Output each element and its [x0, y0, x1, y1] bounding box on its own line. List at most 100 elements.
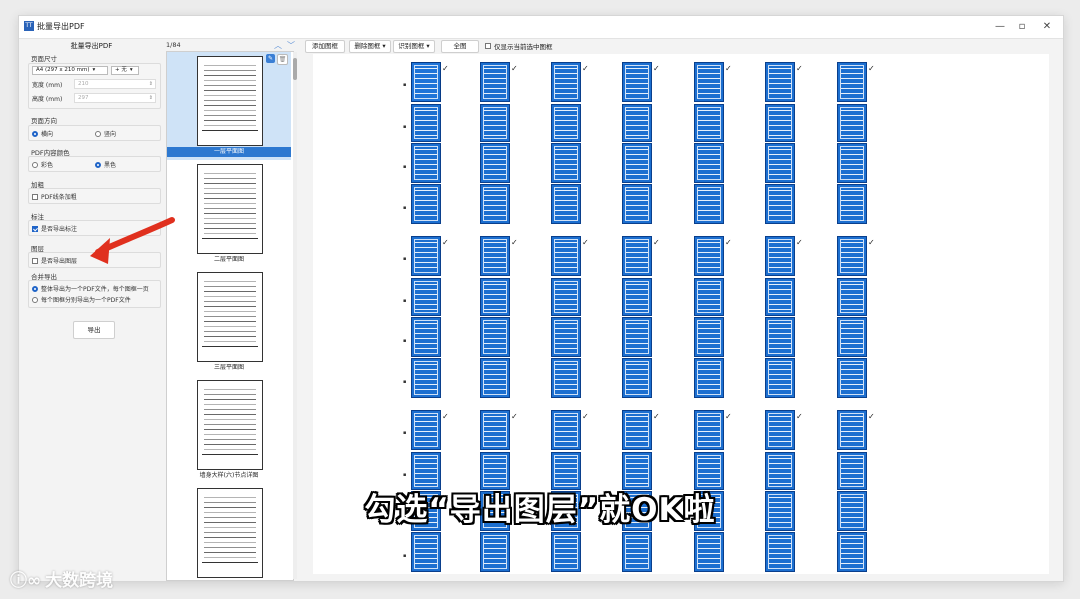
full-view-button[interactable]: 全图: [441, 40, 479, 53]
drawing-frame[interactable]: [480, 358, 510, 398]
thumbnail-item[interactable]: 二层平面图: [167, 160, 291, 269]
drawing-frame[interactable]: [837, 62, 867, 102]
spin-arrows-icon[interactable]: ⇕: [149, 94, 153, 102]
drawing-frame[interactable]: [837, 358, 867, 398]
scrollbar-thumb[interactable]: [293, 58, 297, 80]
drawing-frame[interactable]: [622, 358, 652, 398]
minimize-button[interactable]: —: [989, 19, 1011, 35]
drawing-frame[interactable]: [622, 62, 652, 102]
export-button[interactable]: 导出: [73, 321, 115, 339]
chevron-down-icon[interactable]: ﹀: [287, 40, 295, 51]
drawing-frame[interactable]: [694, 532, 724, 572]
drawing-frame[interactable]: [694, 410, 724, 450]
identify-frame-button[interactable]: 识别图框 ▾: [393, 40, 435, 53]
layer-checkbox[interactable]: 是否导出图层: [32, 256, 77, 265]
drawing-frame[interactable]: [480, 410, 510, 450]
drawing-frame[interactable]: [480, 143, 510, 183]
drawing-frame[interactable]: [411, 358, 441, 398]
annotation-checkbox[interactable]: 是否导出标注: [32, 224, 77, 233]
drawing-frame[interactable]: [765, 358, 795, 398]
only-selected-checkbox[interactable]: 仅显示当前选中图框: [485, 41, 553, 51]
drawing-frame[interactable]: [551, 62, 581, 102]
drawing-frame[interactable]: [480, 317, 510, 357]
drawing-frame[interactable]: [694, 317, 724, 357]
rotation-select[interactable]: + 无 ▾: [111, 66, 139, 75]
drawing-frame[interactable]: [411, 278, 441, 316]
drawing-frame[interactable]: [837, 184, 867, 224]
drawing-frame[interactable]: [694, 104, 724, 142]
radio-merge-separate[interactable]: 每个图框分别导出为一个PDF文件: [32, 295, 131, 304]
drawing-frame[interactable]: [411, 236, 441, 276]
drawing-frame[interactable]: [837, 317, 867, 357]
drawing-frame[interactable]: [694, 62, 724, 102]
drawing-frame[interactable]: [551, 236, 581, 276]
drawing-frame[interactable]: [411, 532, 441, 572]
drawing-frame[interactable]: [765, 532, 795, 572]
drawing-frame[interactable]: [411, 184, 441, 224]
spin-arrows-icon[interactable]: ⇕: [149, 80, 153, 88]
drawing-frame[interactable]: [480, 278, 510, 316]
radio-horizontal[interactable]: 横向: [32, 129, 53, 138]
drawing-frame[interactable]: [622, 143, 652, 183]
radio-color[interactable]: 彩色: [32, 160, 53, 169]
thumbnail-item[interactable]: 墙身大样(六)节点详图: [167, 376, 291, 485]
drawing-frame[interactable]: [551, 532, 581, 572]
drawing-frame[interactable]: [551, 143, 581, 183]
drawing-frame[interactable]: [411, 62, 441, 102]
drawing-frame[interactable]: [551, 410, 581, 450]
height-input[interactable]: 297 ⇕: [74, 93, 156, 103]
drawing-frame[interactable]: [694, 143, 724, 183]
drawing-frame[interactable]: [837, 532, 867, 572]
thumbnail-item[interactable]: 三层平面图: [167, 268, 291, 377]
drawing-frame[interactable]: [411, 410, 441, 450]
drawing-frame[interactable]: [551, 184, 581, 224]
drawing-frame[interactable]: [765, 62, 795, 102]
delete-icon[interactable]: 🗑: [277, 54, 288, 65]
drawing-frame[interactable]: [837, 236, 867, 276]
drawing-frame[interactable]: [622, 184, 652, 224]
drawing-frame[interactable]: [480, 236, 510, 276]
chevron-up-icon[interactable]: ︿: [274, 40, 282, 51]
drawing-frame[interactable]: [480, 532, 510, 572]
radio-black[interactable]: 黑色: [95, 160, 116, 169]
drawing-frame[interactable]: [551, 317, 581, 357]
drawing-frame[interactable]: [765, 143, 795, 183]
drawing-frame[interactable]: [837, 410, 867, 450]
drawing-frame[interactable]: [551, 278, 581, 316]
drawing-frame[interactable]: [694, 278, 724, 316]
drawing-frame[interactable]: [622, 317, 652, 357]
drawing-frame[interactable]: [480, 184, 510, 224]
drawing-frame[interactable]: [765, 236, 795, 276]
drawing-frame[interactable]: [694, 358, 724, 398]
drawing-frame[interactable]: [837, 104, 867, 142]
drawing-frame[interactable]: [837, 278, 867, 316]
drawing-frame[interactable]: [765, 278, 795, 316]
drawing-frame[interactable]: [765, 184, 795, 224]
drawing-frame[interactable]: [765, 410, 795, 450]
drawing-frame[interactable]: [622, 278, 652, 316]
drawing-frame[interactable]: [551, 104, 581, 142]
width-input[interactable]: 210 ⇕: [74, 79, 156, 89]
drawing-frame[interactable]: [411, 317, 441, 357]
drawing-frame[interactable]: [622, 104, 652, 142]
drawing-frame[interactable]: [480, 104, 510, 142]
drawing-frame[interactable]: [480, 62, 510, 102]
delete-frame-button[interactable]: 删除图框 ▾: [349, 40, 391, 53]
drawing-frame[interactable]: [411, 104, 441, 142]
thumbnail-item[interactable]: ✎ 🗑 一层平面图: [167, 52, 291, 161]
close-button[interactable]: ✕: [1036, 19, 1058, 35]
add-frame-button[interactable]: 添加图框: [305, 40, 345, 53]
drawing-frame[interactable]: [694, 184, 724, 224]
drawing-frame[interactable]: [694, 236, 724, 276]
maximize-button[interactable]: ▫: [1011, 19, 1033, 35]
drawing-frame[interactable]: [765, 104, 795, 142]
drawing-frame[interactable]: [622, 236, 652, 276]
radio-vertical[interactable]: 竖向: [95, 129, 116, 138]
drawing-frame[interactable]: [411, 143, 441, 183]
drawing-frame[interactable]: [765, 317, 795, 357]
drawing-frame[interactable]: [622, 532, 652, 572]
drawing-frame[interactable]: [551, 358, 581, 398]
edit-icon[interactable]: ✎: [266, 54, 275, 63]
bold-checkbox[interactable]: PDF线条加粗: [32, 192, 77, 201]
paper-size-select[interactable]: A4 (297 x 210 mm) ▾: [32, 66, 108, 75]
